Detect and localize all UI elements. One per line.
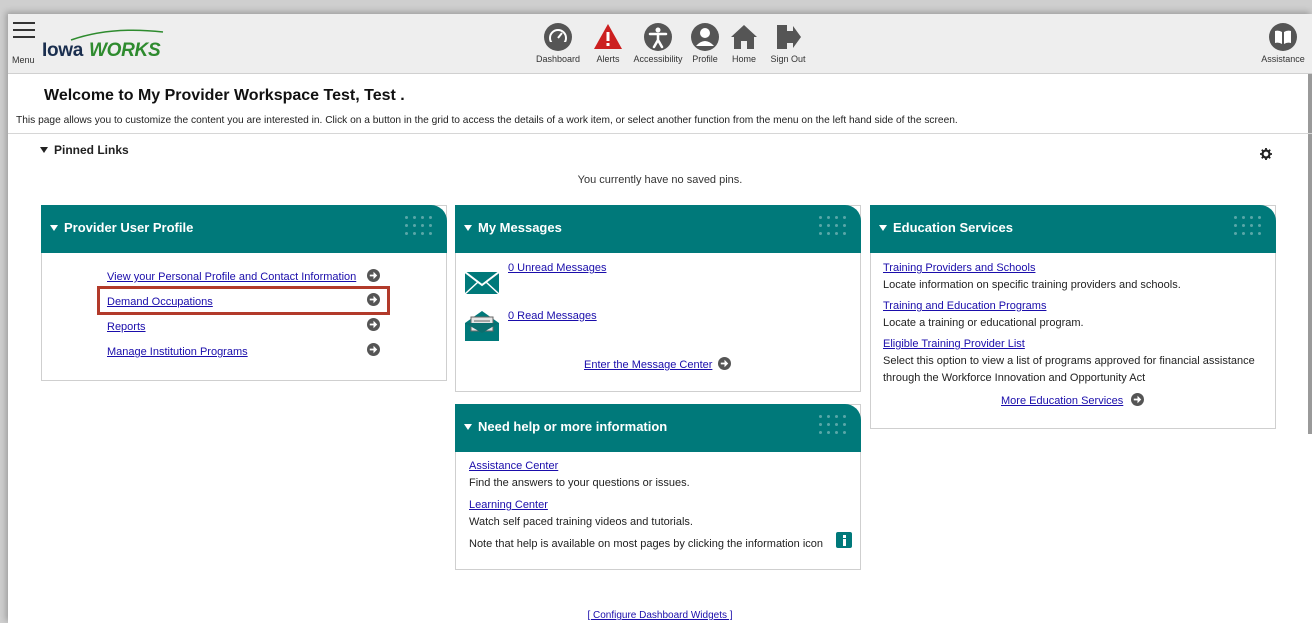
widget-header[interactable]: My Messages bbox=[455, 205, 861, 253]
arrow-right-icon[interactable] bbox=[367, 343, 380, 356]
message-center-link[interactable]: Enter the Message Center bbox=[584, 359, 712, 371]
no-pins-message: You currently have no saved pins. bbox=[577, 174, 743, 186]
drag-handle-icon[interactable] bbox=[819, 415, 851, 441]
provider-user-profile-widget: Provider User Profile View your Personal… bbox=[41, 205, 447, 381]
eligible-provider-desc: Select this option to view a list of pro… bbox=[883, 355, 1255, 367]
unread-messages-link[interactable]: 0 Unread Messages bbox=[508, 262, 606, 274]
arrow-right-icon[interactable] bbox=[367, 318, 380, 331]
drag-handle-icon[interactable] bbox=[1234, 216, 1266, 242]
drag-handle-icon[interactable] bbox=[405, 216, 437, 242]
page-title: Welcome to My Provider Workspace Test, T… bbox=[44, 87, 405, 104]
page-intro-text: This page allows you to customize the co… bbox=[16, 115, 958, 126]
dashboard-icon bbox=[544, 23, 572, 51]
training-providers-desc: Locate information on specific training … bbox=[883, 279, 1181, 291]
top-header-bar: Menu Iowa WORKS Dashboard Alerts Accessi… bbox=[8, 14, 1312, 74]
scrollbar[interactable] bbox=[1308, 74, 1312, 434]
menu-button[interactable]: Menu bbox=[12, 22, 36, 66]
personal-profile-link[interactable]: View your Personal Profile and Contact I… bbox=[107, 271, 356, 283]
eligible-provider-desc-2: through the Workforce Innovation and Opp… bbox=[883, 372, 1146, 384]
nav-home[interactable]: Home bbox=[726, 22, 762, 72]
envelope-open-icon bbox=[465, 311, 499, 341]
alert-icon bbox=[594, 24, 622, 49]
hamburger-icon bbox=[13, 22, 35, 24]
logo-text-works: WORKS bbox=[89, 40, 161, 61]
envelope-closed-icon bbox=[465, 271, 499, 295]
training-programs-desc: Locate a training or educational program… bbox=[883, 317, 1084, 329]
assistance-button[interactable]: Assistance bbox=[1258, 22, 1308, 64]
profile-icon bbox=[691, 23, 719, 51]
assistance-center-desc: Find the answers to your questions or is… bbox=[469, 477, 690, 489]
section-divider bbox=[8, 133, 1312, 134]
read-messages-link[interactable]: 0 Read Messages bbox=[508, 310, 597, 322]
training-programs-link[interactable]: Training and Education Programs bbox=[883, 300, 1046, 312]
need-help-widget: Need help or more information Assistance… bbox=[455, 404, 861, 570]
more-education-services-link[interactable]: More Education Services bbox=[1001, 395, 1123, 407]
menu-label: Menu bbox=[12, 55, 35, 65]
iowaworks-logo[interactable]: Iowa WORKS bbox=[41, 26, 171, 66]
nav-dashboard[interactable]: Dashboard bbox=[532, 22, 584, 72]
provider-workspace-page: Menu Iowa WORKS Dashboard Alerts Accessi… bbox=[8, 14, 1312, 623]
widget-header[interactable]: Education Services bbox=[870, 205, 1276, 253]
accessibility-icon bbox=[644, 23, 672, 51]
info-icon[interactable] bbox=[836, 532, 852, 548]
widget-header[interactable]: Provider User Profile bbox=[41, 205, 447, 253]
caret-down-icon bbox=[50, 225, 58, 231]
eligible-provider-list-link[interactable]: Eligible Training Provider List bbox=[883, 338, 1025, 350]
help-note: Note that help is available on most page… bbox=[469, 538, 824, 550]
caret-down-icon bbox=[40, 147, 48, 153]
caret-down-icon bbox=[879, 225, 887, 231]
home-icon bbox=[731, 25, 757, 49]
assistance-center-link[interactable]: Assistance Center bbox=[469, 460, 558, 472]
education-services-widget: Education Services Training Providers an… bbox=[870, 205, 1276, 429]
configure-widgets-link-wrap: [ Configure Dashboard Widgets ] bbox=[8, 610, 1312, 621]
caret-down-icon bbox=[464, 424, 472, 430]
reports-link[interactable]: Reports bbox=[107, 321, 146, 333]
learning-center-link[interactable]: Learning Center bbox=[469, 499, 548, 511]
arrow-right-icon[interactable] bbox=[1131, 393, 1144, 406]
nav-alerts[interactable]: Alerts bbox=[590, 22, 626, 72]
my-messages-widget: My Messages 0 Unread Messages 0 Read Mes… bbox=[455, 205, 861, 392]
learning-center-desc: Watch self paced training videos and tut… bbox=[469, 516, 693, 528]
caret-down-icon bbox=[464, 225, 472, 231]
nav-profile[interactable]: Profile bbox=[687, 22, 723, 72]
arrow-right-icon[interactable] bbox=[718, 357, 731, 370]
manage-institution-programs-link[interactable]: Manage Institution Programs bbox=[107, 346, 248, 358]
nav-sign-out[interactable]: Sign Out bbox=[768, 22, 808, 72]
drag-handle-icon[interactable] bbox=[819, 216, 851, 242]
gear-icon[interactable] bbox=[1260, 148, 1272, 160]
configure-widgets-link[interactable]: [ Configure Dashboard Widgets ] bbox=[587, 610, 732, 621]
pinned-links-toggle[interactable]: Pinned Links bbox=[40, 143, 129, 157]
widget-header[interactable]: Need help or more information bbox=[455, 404, 861, 452]
arrow-right-icon[interactable] bbox=[367, 269, 380, 282]
sign-out-icon bbox=[777, 25, 801, 49]
highlight-box bbox=[97, 286, 390, 315]
nav-accessibility[interactable]: Accessibility bbox=[631, 22, 685, 72]
book-icon bbox=[1269, 23, 1297, 51]
training-providers-link[interactable]: Training Providers and Schools bbox=[883, 262, 1035, 274]
logo-text-iowa: Iowa bbox=[42, 40, 84, 61]
